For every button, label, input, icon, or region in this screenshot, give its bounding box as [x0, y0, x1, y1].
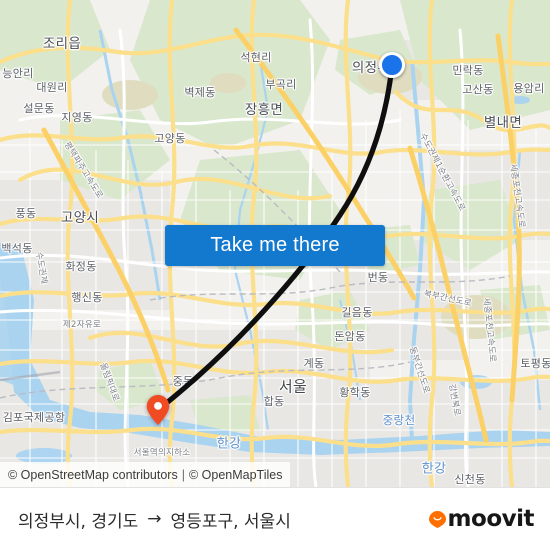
attribution-osm[interactable]: © OpenStreetMap contributors	[8, 468, 178, 482]
trip-summary: 의정부시, 경기도 → 영등포구, 서울시	[18, 507, 291, 532]
trip-origin: 의정부시, 경기도	[18, 511, 139, 532]
origin-marker[interactable]	[379, 52, 405, 78]
attribution-separator: |	[181, 467, 185, 482]
destination-marker[interactable]	[143, 395, 173, 425]
map-viewport[interactable]: 조리읍 능안리 대원리 설문동 지영동 고양동 석현리 부곡리 벽제동 장흥면 의정부 민락동 고산동 용…	[0, 0, 550, 487]
moovit-logo[interactable]: moovit	[428, 506, 535, 532]
moovit-wordmark: moovit	[447, 506, 535, 532]
moovit-pin-icon	[428, 510, 446, 528]
take-me-there-button[interactable]: Take me there	[165, 225, 385, 266]
bottom-bar: 의정부시, 경기도 → 영등포구, 서울시 moovit	[0, 487, 550, 550]
attribution-openmaptiles[interactable]: © OpenMapTiles	[189, 468, 283, 482]
map-attribution: © OpenStreetMap contributors | © OpenMap…	[0, 462, 291, 487]
trip-destination: 영등포구, 서울시	[170, 511, 291, 532]
moovit-route-page: 조리읍 능안리 대원리 설문동 지영동 고양동 석현리 부곡리 벽제동 장흥면 의정부 민락동 고산동 용…	[0, 0, 550, 550]
arrow-right-icon: →	[147, 509, 162, 529]
